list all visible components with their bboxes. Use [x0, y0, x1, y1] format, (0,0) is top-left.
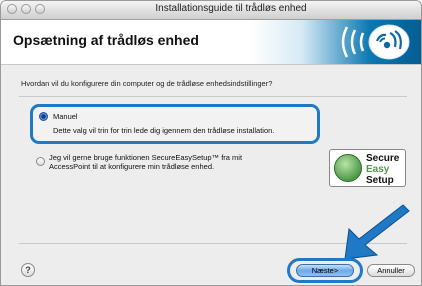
pointer-arrow-icon: [344, 204, 410, 260]
manual-option-description: Dette valg vil trin for trin lede dig ig…: [53, 126, 275, 135]
secureeasysetup-logo-icon: Secure Easy Setup: [329, 149, 406, 187]
manual-radio[interactable]: [39, 112, 48, 121]
wireless-logo-icon: [341, 24, 410, 60]
header-banner: Opsætning af trådløs enhed: [1, 20, 421, 65]
page-title: Opsætning af trådløs enhed: [13, 32, 199, 48]
logo-text-setup: Setup: [366, 175, 394, 186]
title-bar[interactable]: Installationsguide til trådløs enhed: [1, 1, 421, 20]
logo-text-secure: Secure: [366, 153, 400, 164]
secureeasysetup-option-line1[interactable]: Jeg vil gerne bruge funktionen SecureEas…: [49, 153, 242, 162]
brand-banner: [251, 20, 421, 64]
logo-text-easy: Easy: [366, 164, 390, 175]
manual-option-label[interactable]: Manuel: [53, 112, 78, 121]
setup-question: Hvordan vil du konfigurere din computer …: [21, 79, 273, 88]
help-button[interactable]: ?: [21, 263, 35, 277]
secureeasysetup-option-line2[interactable]: AccessPoint til at konfigurere min trådl…: [49, 162, 214, 171]
manual-option-highlight[interactable]: Manuel Dette valg vil trin for trin lede…: [30, 104, 320, 144]
lock-icon: [334, 154, 362, 182]
secureeasysetup-radio[interactable]: [36, 157, 45, 166]
divider-top: [19, 96, 407, 97]
cancel-button[interactable]: Annuller: [367, 264, 415, 277]
window-title: Installationsguide til trådløs enhed: [155, 3, 307, 14]
next-button[interactable]: Næste>: [296, 264, 354, 277]
installer-window: Installationsguide til trådløs enhed Ops…: [0, 0, 422, 286]
